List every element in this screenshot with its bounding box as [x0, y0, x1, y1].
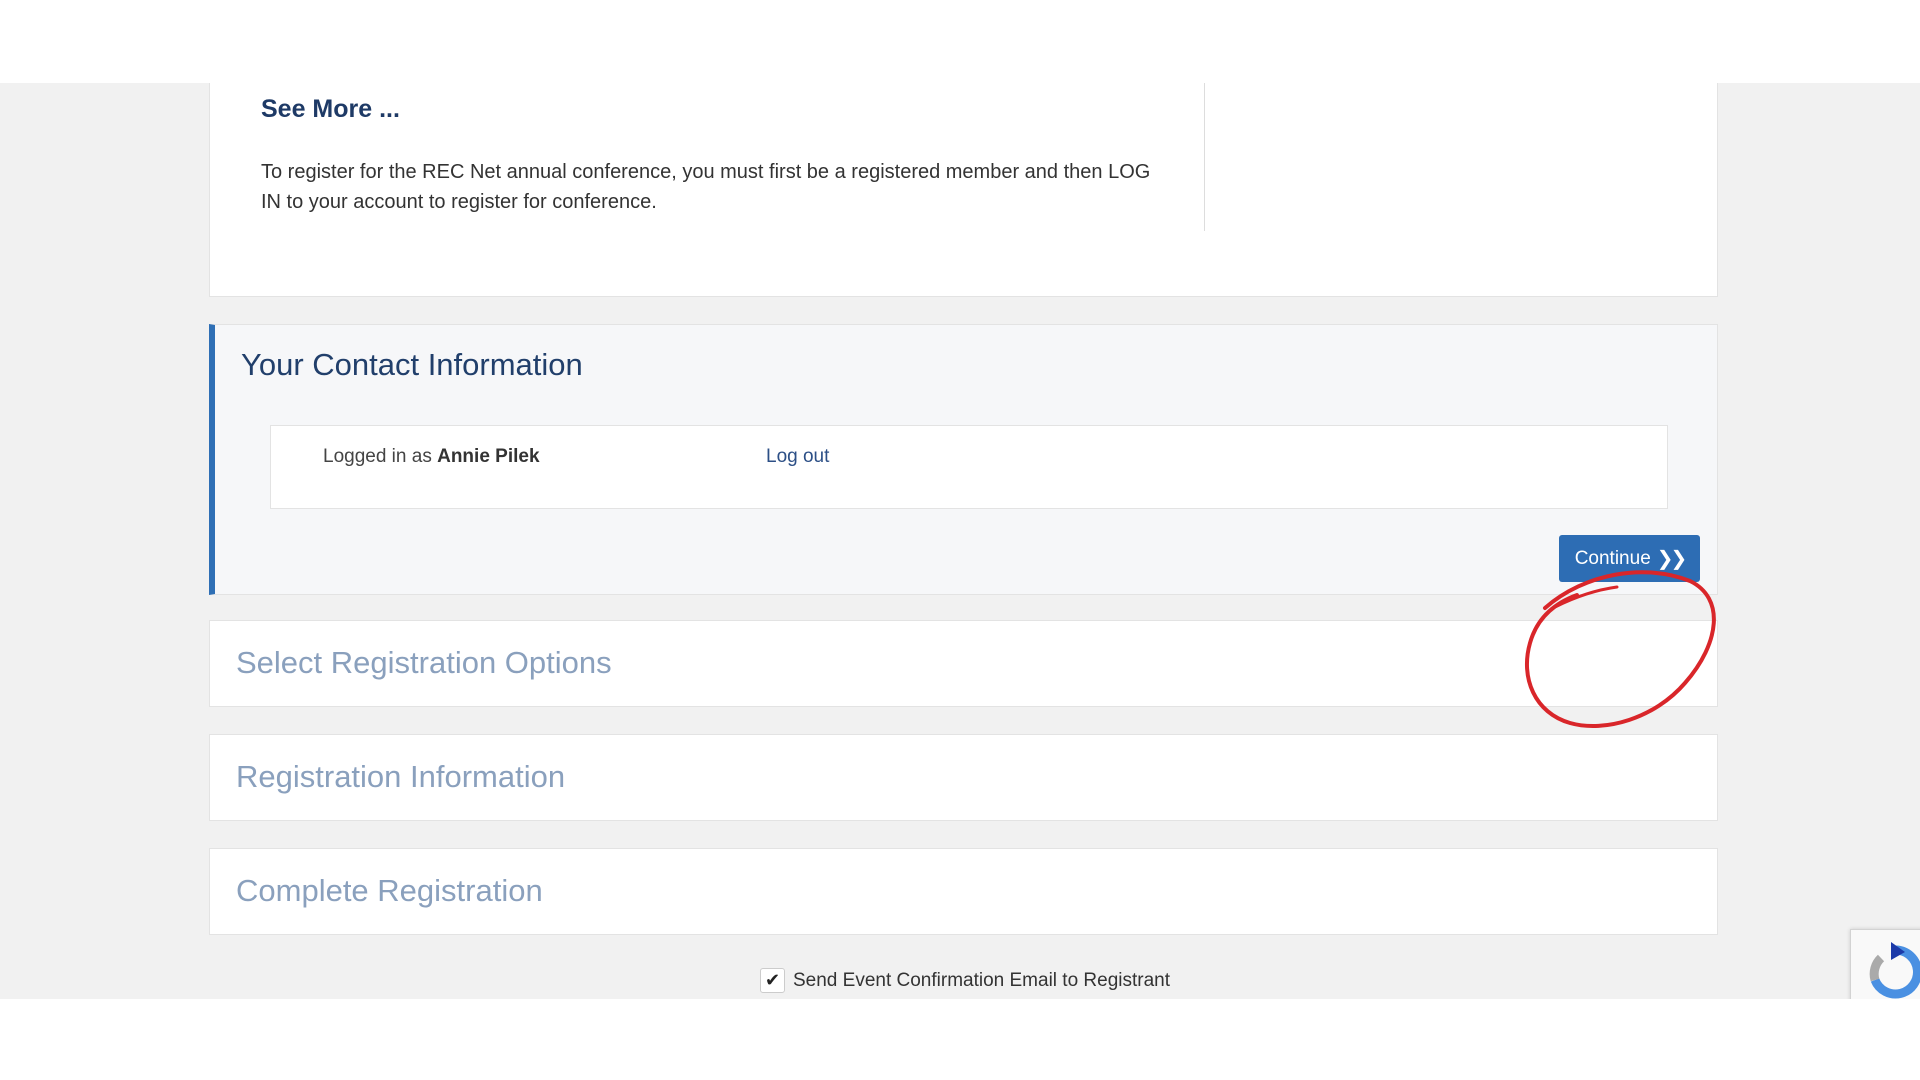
contact-section-title: Your Contact Information — [241, 347, 583, 382]
section-title: Select Registration Options — [236, 645, 612, 680]
section-select-registration-options[interactable]: Select Registration Options — [209, 620, 1718, 707]
vertical-divider — [1204, 83, 1205, 231]
section-complete-registration[interactable]: Complete Registration — [209, 848, 1718, 935]
recaptcha-icon — [1869, 942, 1920, 999]
double-chevron-right-icon: ❯❯ — [1656, 548, 1687, 570]
see-more-link[interactable]: See More ... — [261, 95, 400, 124]
continue-button[interactable]: Continue ❯❯ — [1559, 535, 1700, 582]
logout-link[interactable]: Log out — [766, 446, 829, 468]
checkmark-icon: ✔ — [764, 970, 781, 990]
confirmation-label: Send Event Confirmation Email to Registr… — [793, 969, 1171, 991]
continue-label: Continue — [1574, 547, 1651, 569]
section-title: Complete Registration — [236, 873, 543, 908]
section-registration-information[interactable]: Registration Information — [209, 734, 1718, 821]
registration-page: See More ... To register for the REC Net… — [0, 83, 1920, 999]
intro-text: To register for the REC Net annual confe… — [261, 161, 1151, 213]
section-title: Registration Information — [236, 759, 566, 794]
recaptcha-badge[interactable] — [1850, 929, 1920, 999]
logged-in-status: Logged in as Annie Pilek — [323, 446, 540, 468]
confirmation-checkbox[interactable]: ✔ — [760, 968, 785, 993]
confirmation-email-option[interactable]: ✔ Send Event Confirmation Email to Regis… — [760, 968, 1170, 993]
intro-card: See More ... To register for the REC Net… — [209, 83, 1718, 297]
login-status-box: Logged in as Annie Pilek Log out — [270, 425, 1668, 509]
user-name: Annie Pilek — [437, 446, 540, 467]
logged-in-prefix: Logged in as — [323, 446, 432, 467]
contact-information-panel: Your Contact Information Logged in as An… — [209, 324, 1718, 595]
